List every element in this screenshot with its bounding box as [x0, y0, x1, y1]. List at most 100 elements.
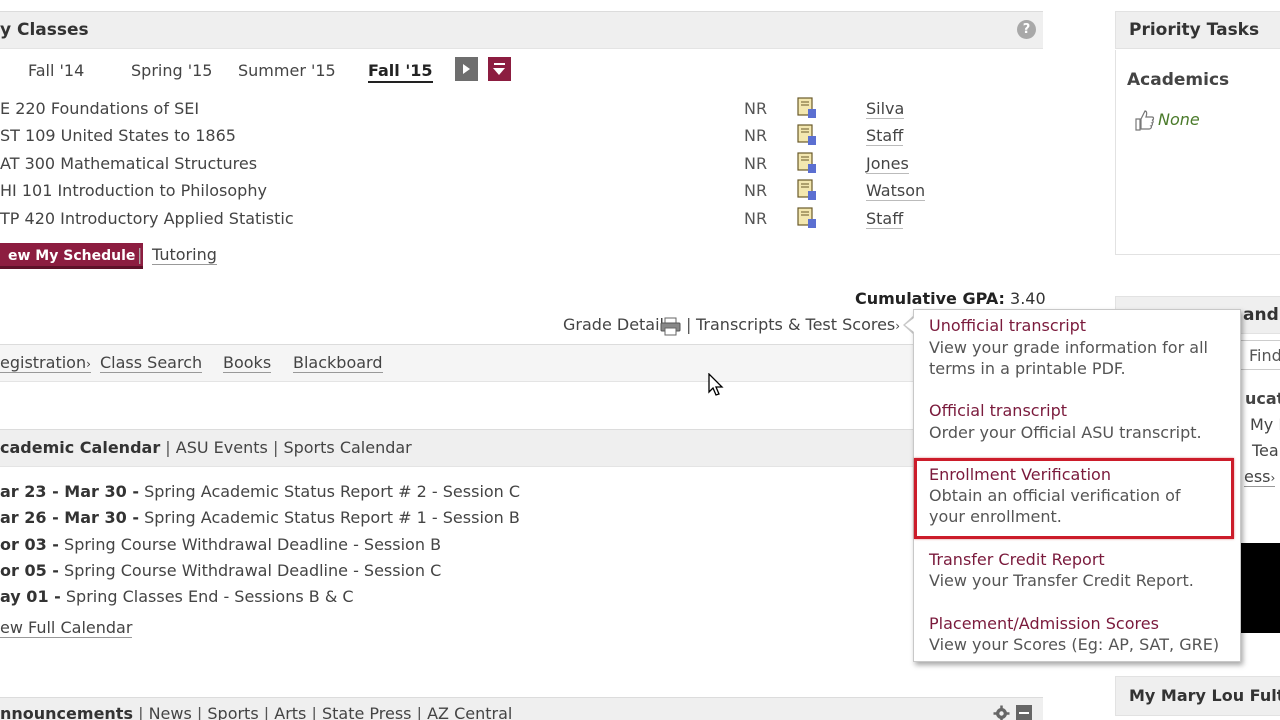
my-link[interactable]: My I: [1250, 415, 1280, 434]
official-transcript-link[interactable]: Official transcript: [929, 401, 1067, 420]
academic-calendar-link[interactable]: cademic Calendar: [0, 438, 160, 457]
help-icon[interactable]: ?: [1017, 20, 1036, 39]
view-full-calendar-link[interactable]: ew Full Calendar: [0, 618, 133, 638]
class-row-course[interactable]: TP 420 Introductory Applied Statistic: [0, 209, 294, 228]
calendar-event[interactable]: ar 23 - Mar 30 - Spring Academic Status …: [0, 482, 520, 501]
next-term-button[interactable]: [455, 57, 478, 81]
tab-spring-15[interactable]: Spring '15: [131, 61, 212, 80]
grade-value: NR: [744, 209, 768, 228]
book-info-icon[interactable]: [797, 124, 817, 146]
view-my-schedule-button[interactable]: ew My Schedule: [0, 243, 144, 269]
event-text: Spring Academic Status Report # 2 - Sess…: [144, 482, 521, 501]
access-label: ess: [1244, 467, 1271, 486]
announcements-links: nnouncements | News | Sports | Arts | St…: [0, 704, 512, 720]
news-link[interactable]: News: [149, 704, 192, 720]
calendar-event[interactable]: or 03 - Spring Course Withdrawal Deadlin…: [0, 535, 441, 554]
transfer-credit-report-link[interactable]: Transfer Credit Report: [929, 550, 1105, 569]
highlight-box: [914, 458, 1234, 539]
gear-icon[interactable]: [993, 705, 1010, 720]
find-placeholder: Find: [1249, 346, 1280, 365]
access-link[interactable]: ess›: [1244, 467, 1276, 487]
asu-events-link[interactable]: ASU Events: [176, 438, 268, 457]
academics-heading: Academics: [1127, 70, 1230, 90]
book-info-icon[interactable]: [797, 207, 817, 229]
grade-detail-link[interactable]: Grade Detail: [563, 315, 664, 334]
grade-value: NR: [744, 154, 768, 173]
transfer-credit-report-desc: View your Transfer Credit Report.: [929, 571, 1194, 590]
event-date: or 03 -: [0, 535, 59, 554]
priority-tasks-title: Priority Tasks: [1129, 20, 1260, 40]
class-row-course[interactable]: AT 300 Mathematical Structures: [0, 154, 257, 173]
class-row-course[interactable]: E 220 Foundations of SEI: [0, 99, 199, 118]
instructor-link[interactable]: Watson: [866, 181, 926, 201]
chevron-right-icon: ›: [895, 319, 901, 333]
cumulative-gpa: Cumulative GPA: 3.40: [855, 289, 1046, 308]
education-heading: ucatio: [1245, 389, 1280, 408]
tab-fall-15[interactable]: Fall '15: [368, 61, 433, 83]
class-row-course[interactable]: HI 101 Introduction to Philosophy: [0, 181, 267, 200]
tutoring-link[interactable]: Tutoring: [152, 245, 217, 265]
chevron-right-icon: ›: [1270, 471, 1276, 485]
my-classes-title: y Classes: [0, 20, 89, 40]
none-label: None: [1158, 110, 1200, 129]
event-text: Spring Course Withdrawal Deadline - Sess…: [64, 561, 442, 580]
announcements-link[interactable]: nnouncements: [0, 704, 133, 720]
arts-link[interactable]: Arts: [274, 704, 306, 720]
term-dropdown-button[interactable]: [488, 57, 511, 81]
chevron-right-icon: ›: [86, 357, 91, 371]
blackboard-link[interactable]: Blackboard: [293, 353, 383, 373]
bottom-right-title: My Mary Lou Fulto: [1129, 686, 1280, 705]
chevron-down-icon: [493, 68, 505, 75]
placement-admission-scores-desc: View your Scores (Eg: AP, SAT, GRE): [929, 635, 1220, 654]
mouse-cursor-icon: [708, 373, 724, 396]
calendar-event[interactable]: ay 01 - Spring Classes End - Sessions B …: [0, 587, 354, 606]
instructor-link[interactable]: Silva: [866, 99, 905, 119]
unofficial-transcript-desc: View your grade information for all term…: [929, 338, 1208, 378]
event-date: ar 26 - Mar 30 -: [0, 508, 139, 527]
event-date: ar 23 - Mar 30 -: [0, 482, 139, 501]
calendar-event[interactable]: ar 26 - Mar 30 - Spring Academic Status …: [0, 508, 520, 527]
divider: |: [137, 245, 143, 264]
grade-value: NR: [744, 126, 768, 145]
unofficial-transcript-link[interactable]: Unofficial transcript: [929, 316, 1086, 335]
tab-summer-15[interactable]: Summer '15: [238, 61, 336, 80]
class-row-course[interactable]: ST 109 United States to 1865: [0, 126, 236, 145]
calendar-event[interactable]: or 05 - Spring Course Withdrawal Deadlin…: [0, 561, 441, 580]
media-block: [1237, 543, 1280, 633]
books-link[interactable]: Books: [223, 353, 272, 373]
event-date: or 05 -: [0, 561, 59, 580]
grade-value: NR: [744, 181, 768, 200]
find-input[interactable]: Find: [1240, 340, 1280, 370]
event-text: Spring Academic Status Report # 1 - Sess…: [144, 508, 520, 527]
instructor-link[interactable]: Jones: [866, 154, 909, 174]
state-press-link[interactable]: State Press: [322, 704, 412, 720]
my-classes-header: [0, 11, 1043, 49]
second-right-title: and: [1243, 305, 1279, 325]
gpa-value: 3.40: [1010, 289, 1046, 308]
book-info-icon[interactable]: [797, 179, 817, 201]
gpa-label: Cumulative GPA:: [855, 289, 1005, 308]
sports-calendar-link[interactable]: Sports Calendar: [283, 438, 411, 457]
official-transcript-desc: Order your Official ASU transcript.: [929, 423, 1202, 442]
book-info-icon[interactable]: [797, 97, 817, 119]
calendar-header-links: cademic Calendar | ASU Events | Sports C…: [0, 438, 412, 457]
registration-link[interactable]: egistration›: [0, 353, 91, 373]
class-search-link[interactable]: Class Search: [100, 353, 203, 373]
printer-icon[interactable]: [660, 317, 681, 336]
event-text: Spring Course Withdrawal Deadline - Sess…: [64, 535, 442, 554]
transcripts-label: Transcripts & Test Scores: [696, 315, 896, 334]
minimize-icon[interactable]: [1016, 705, 1032, 720]
transcripts-test-scores-link[interactable]: Transcripts & Test Scores›: [696, 315, 900, 334]
tab-fall-14[interactable]: Fall '14: [28, 61, 84, 80]
placement-admission-scores-link[interactable]: Placement/Admission Scores: [929, 614, 1159, 633]
play-icon: [463, 64, 470, 74]
instructor-link[interactable]: Staff: [866, 209, 904, 229]
grade-value: NR: [744, 99, 768, 118]
event-date: ay 01 -: [0, 587, 61, 606]
teach-link[interactable]: Tea: [1252, 441, 1279, 460]
book-info-icon[interactable]: [797, 152, 817, 174]
divider: |: [686, 315, 692, 334]
instructor-link[interactable]: Staff: [866, 126, 904, 146]
sports-link[interactable]: Sports: [207, 704, 258, 720]
az-central-link[interactable]: AZ Central: [427, 704, 512, 720]
